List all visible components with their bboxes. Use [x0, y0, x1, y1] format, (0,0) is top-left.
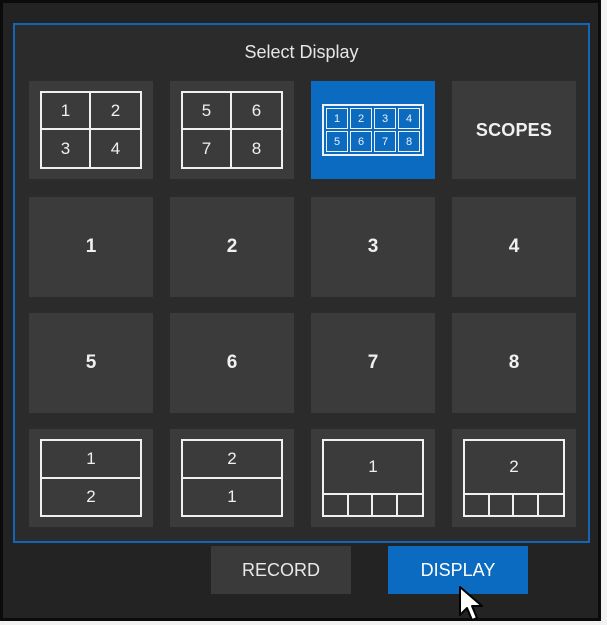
split-cell: 2 — [183, 441, 281, 479]
quad-cell: 2 — [91, 93, 140, 130]
select-display-panel: Select Display 1 2 3 4 5 6 7 8 1 2 3 4 5… — [13, 23, 590, 543]
octo-layout-icon: 1 2 3 4 5 6 7 8 — [322, 104, 424, 156]
main-strip-layout-icon: 1 — [322, 439, 424, 517]
output-label: 3 — [367, 236, 379, 257]
octo-cell: 7 — [374, 131, 396, 152]
output-label: 4 — [508, 236, 520, 257]
output-2-button[interactable]: 2 — [170, 197, 294, 297]
octo-cell: 8 — [398, 131, 420, 152]
scopes-button[interactable]: SCOPES — [452, 81, 576, 179]
scopes-label: SCOPES — [475, 119, 553, 140]
main-strip-layout-icon: 2 — [463, 439, 565, 517]
output-1-button[interactable]: 1 — [29, 197, 153, 297]
octo-cell: 4 — [398, 108, 420, 129]
split-layout-icon: 1 2 — [40, 439, 142, 517]
tab-record[interactable]: RECORD — [211, 546, 351, 594]
panel-title: Select Display — [244, 42, 359, 62]
output-label: 1 — [85, 236, 97, 257]
output-label: 2 — [226, 236, 238, 257]
split-cell: 1 — [42, 441, 140, 479]
main-cell: 2 — [509, 457, 519, 476]
preset-quad-1-4-button[interactable]: 1 2 3 4 — [29, 81, 153, 179]
preset-octo-1-8-button[interactable]: 1 2 3 4 5 6 7 8 — [311, 81, 435, 179]
output-4-button[interactable]: 4 — [452, 197, 576, 297]
output-label: 6 — [226, 352, 238, 373]
thumbnail-strip — [324, 493, 422, 515]
quad-layout-icon: 5 6 7 8 — [181, 91, 283, 169]
main-2-strip-button[interactable]: 2 — [452, 429, 576, 527]
octo-cell: 6 — [350, 131, 372, 152]
preset-quad-5-8-button[interactable]: 5 6 7 8 — [170, 81, 294, 179]
quad-cell: 6 — [232, 93, 281, 130]
octo-cell: 2 — [350, 108, 372, 129]
main-1-strip-button[interactable]: 1 — [311, 429, 435, 527]
quad-cell: 5 — [183, 93, 232, 130]
split-cell: 1 — [227, 487, 237, 506]
output-6-button[interactable]: 6 — [170, 313, 294, 413]
display-popup: Select Display 1 2 3 4 5 6 7 8 1 2 3 4 5… — [0, 0, 601, 621]
mouse-pointer-icon — [459, 586, 483, 621]
output-7-button[interactable]: 7 — [311, 313, 435, 413]
split-layout-icon: 2 1 — [181, 439, 283, 517]
octo-cell: 3 — [374, 108, 396, 129]
quad-cell: 7 — [183, 130, 232, 167]
output-3-button[interactable]: 3 — [311, 197, 435, 297]
quad-cell: 1 — [42, 93, 91, 130]
thumbnail-strip — [465, 493, 563, 515]
quad-cell: 8 — [251, 138, 262, 158]
octo-cell: 5 — [326, 131, 348, 152]
output-label: 7 — [367, 352, 379, 373]
output-label: 8 — [508, 352, 520, 373]
main-cell: 1 — [368, 457, 378, 476]
split-2-over-1-button[interactable]: 2 1 — [170, 429, 294, 527]
split-1-over-2-button[interactable]: 1 2 — [29, 429, 153, 527]
quad-cell: 3 — [42, 130, 91, 167]
quad-cell: 4 — [110, 138, 121, 158]
octo-cell: 1 — [326, 108, 348, 129]
quad-layout-icon: 1 2 3 4 — [40, 91, 142, 169]
output-8-button[interactable]: 8 — [452, 313, 576, 413]
split-cell: 2 — [86, 487, 96, 506]
output-label: 5 — [85, 352, 97, 373]
output-5-button[interactable]: 5 — [29, 313, 153, 413]
